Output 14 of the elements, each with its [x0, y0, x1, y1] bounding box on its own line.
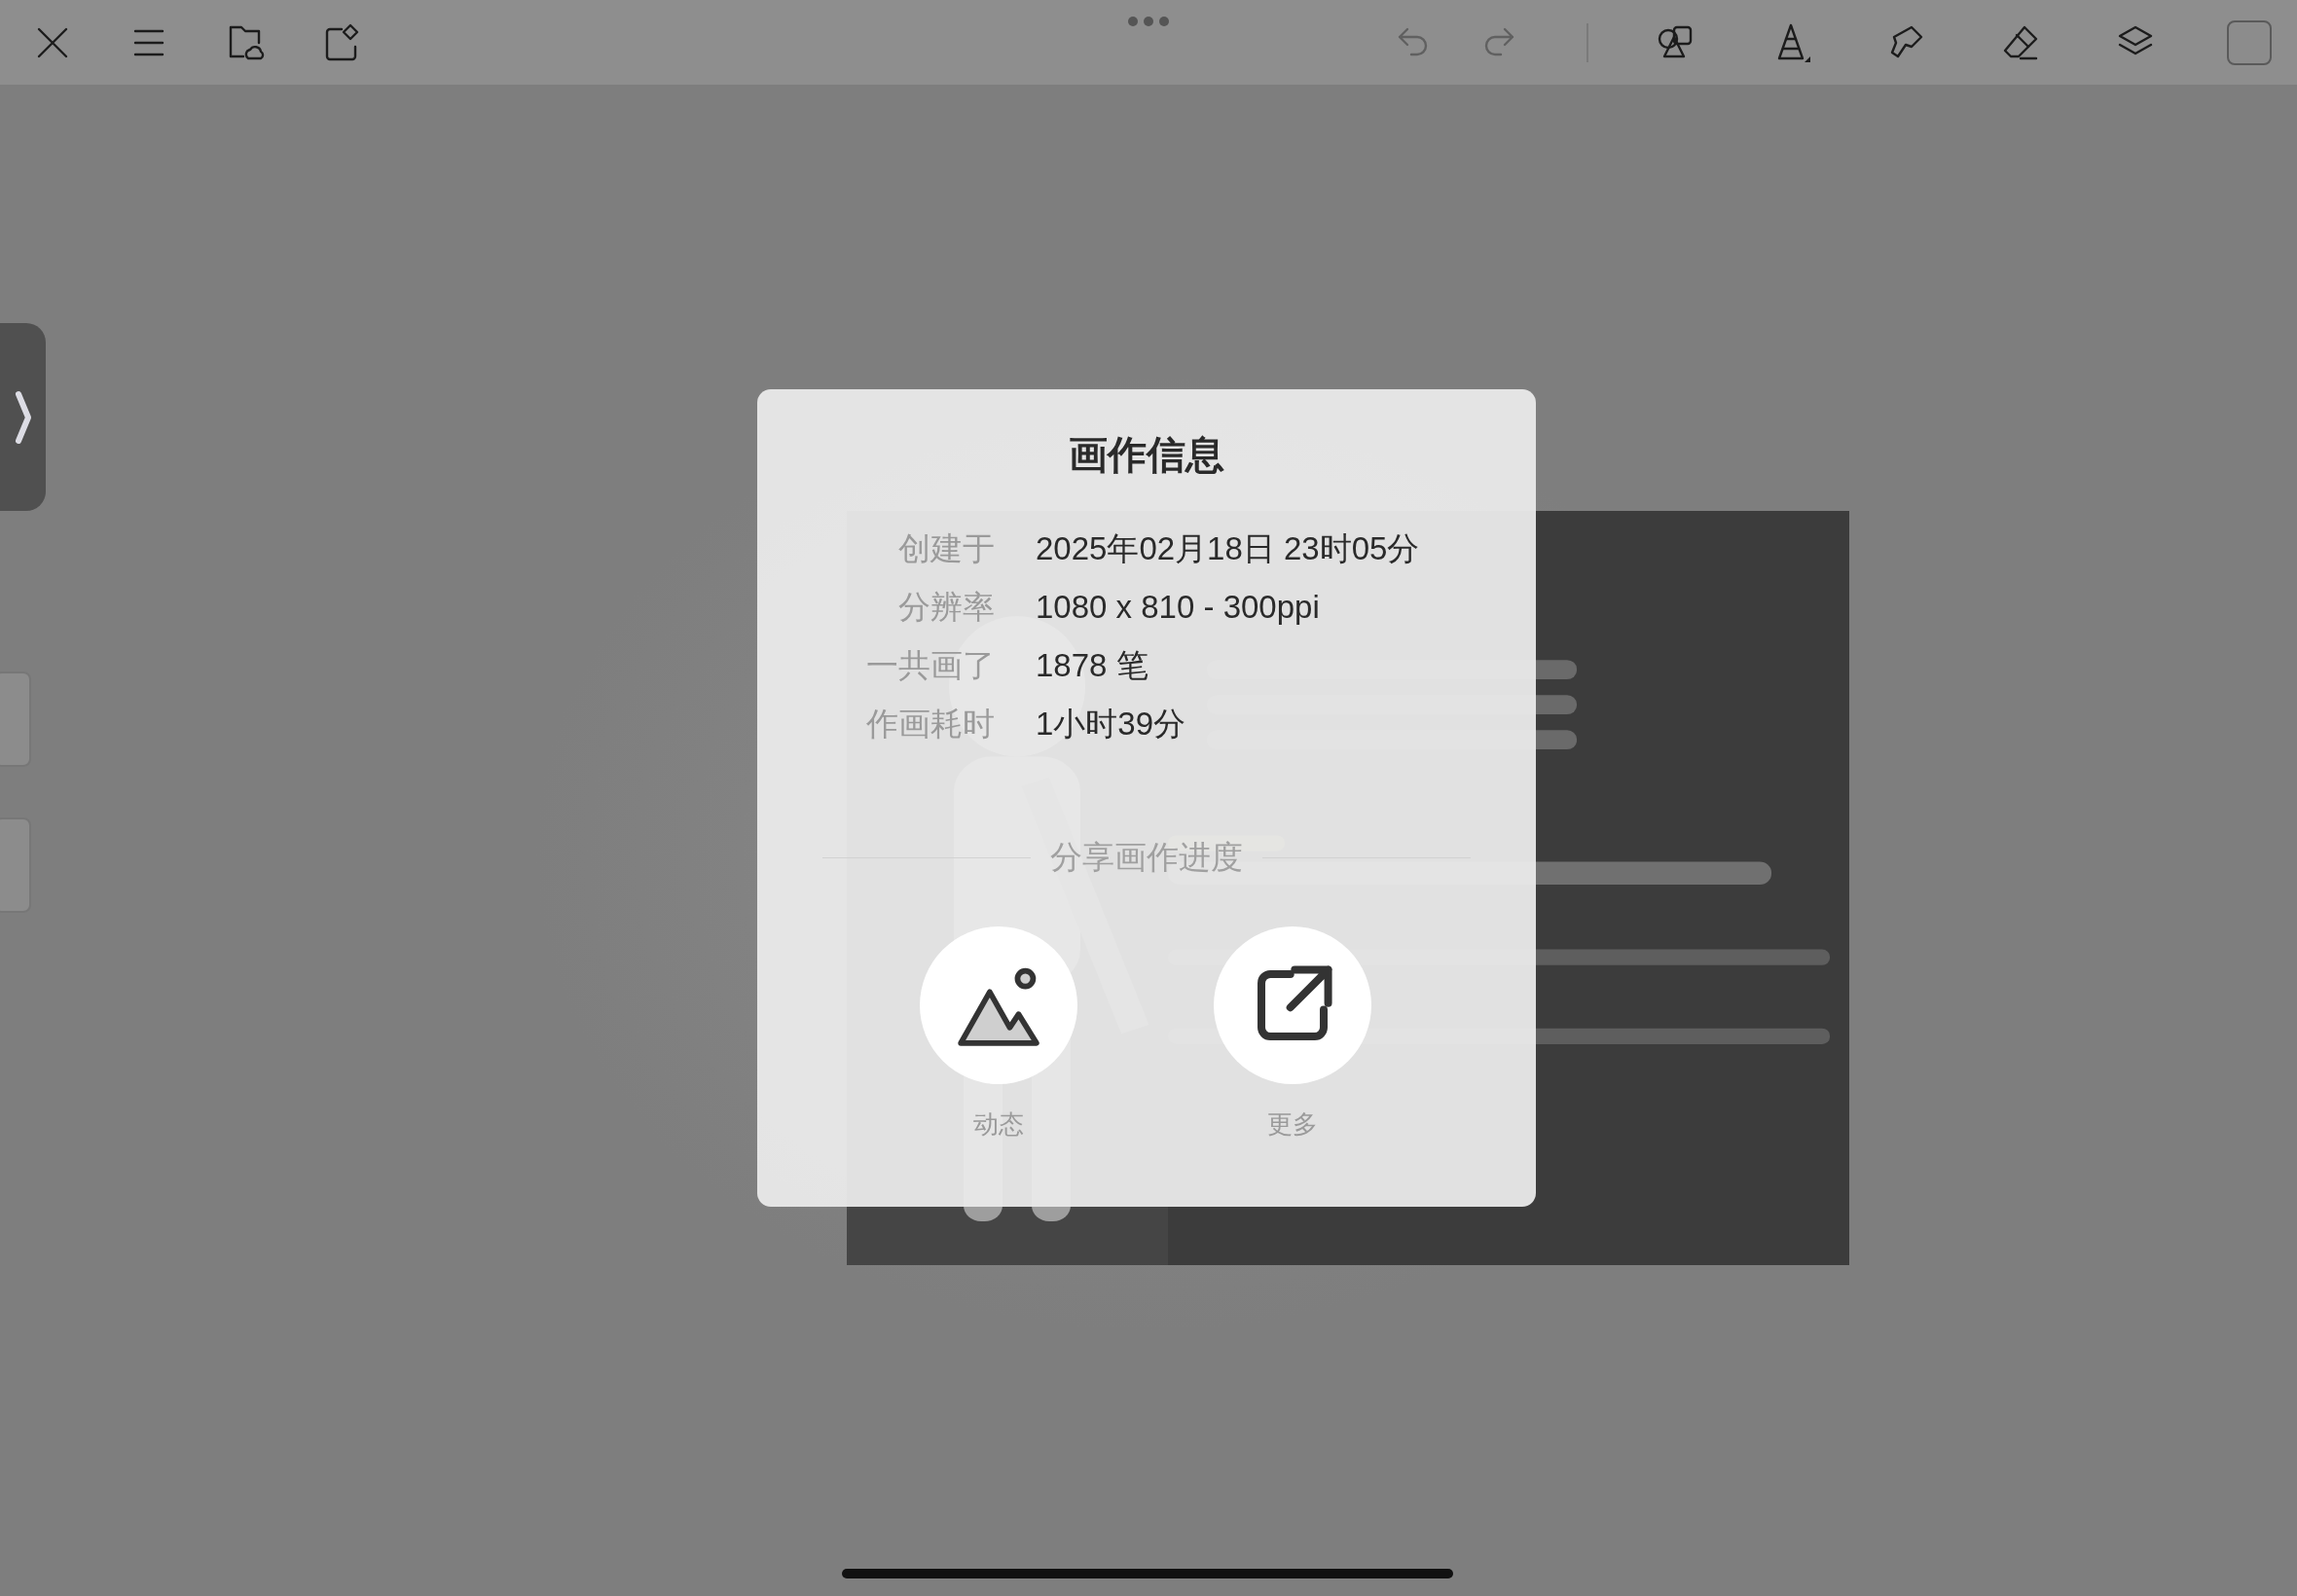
info-label: 创建于: [897, 529, 995, 568]
share-label: 动态: [973, 1108, 1024, 1141]
info-label: 一共画了: [865, 646, 995, 685]
info-value: 1878 笔: [1036, 646, 1149, 685]
info-value: 1小时39分: [1036, 705, 1187, 744]
info-label: 作画耗时: [865, 705, 995, 744]
dialog-title: 画作信息: [1069, 432, 1224, 478]
share-label: 更多: [1267, 1108, 1318, 1141]
info-value: 2025年02月18日 23时05分: [1036, 529, 1421, 568]
info-value: 1080 x 810 - 300ppi: [1036, 588, 1321, 627]
info-label: 分辨率: [897, 588, 995, 627]
color-swatch[interactable]: [2227, 19, 2272, 65]
section-title: 分享画作进度: [1050, 838, 1243, 877]
sidebar-handle[interactable]: [0, 323, 46, 511]
